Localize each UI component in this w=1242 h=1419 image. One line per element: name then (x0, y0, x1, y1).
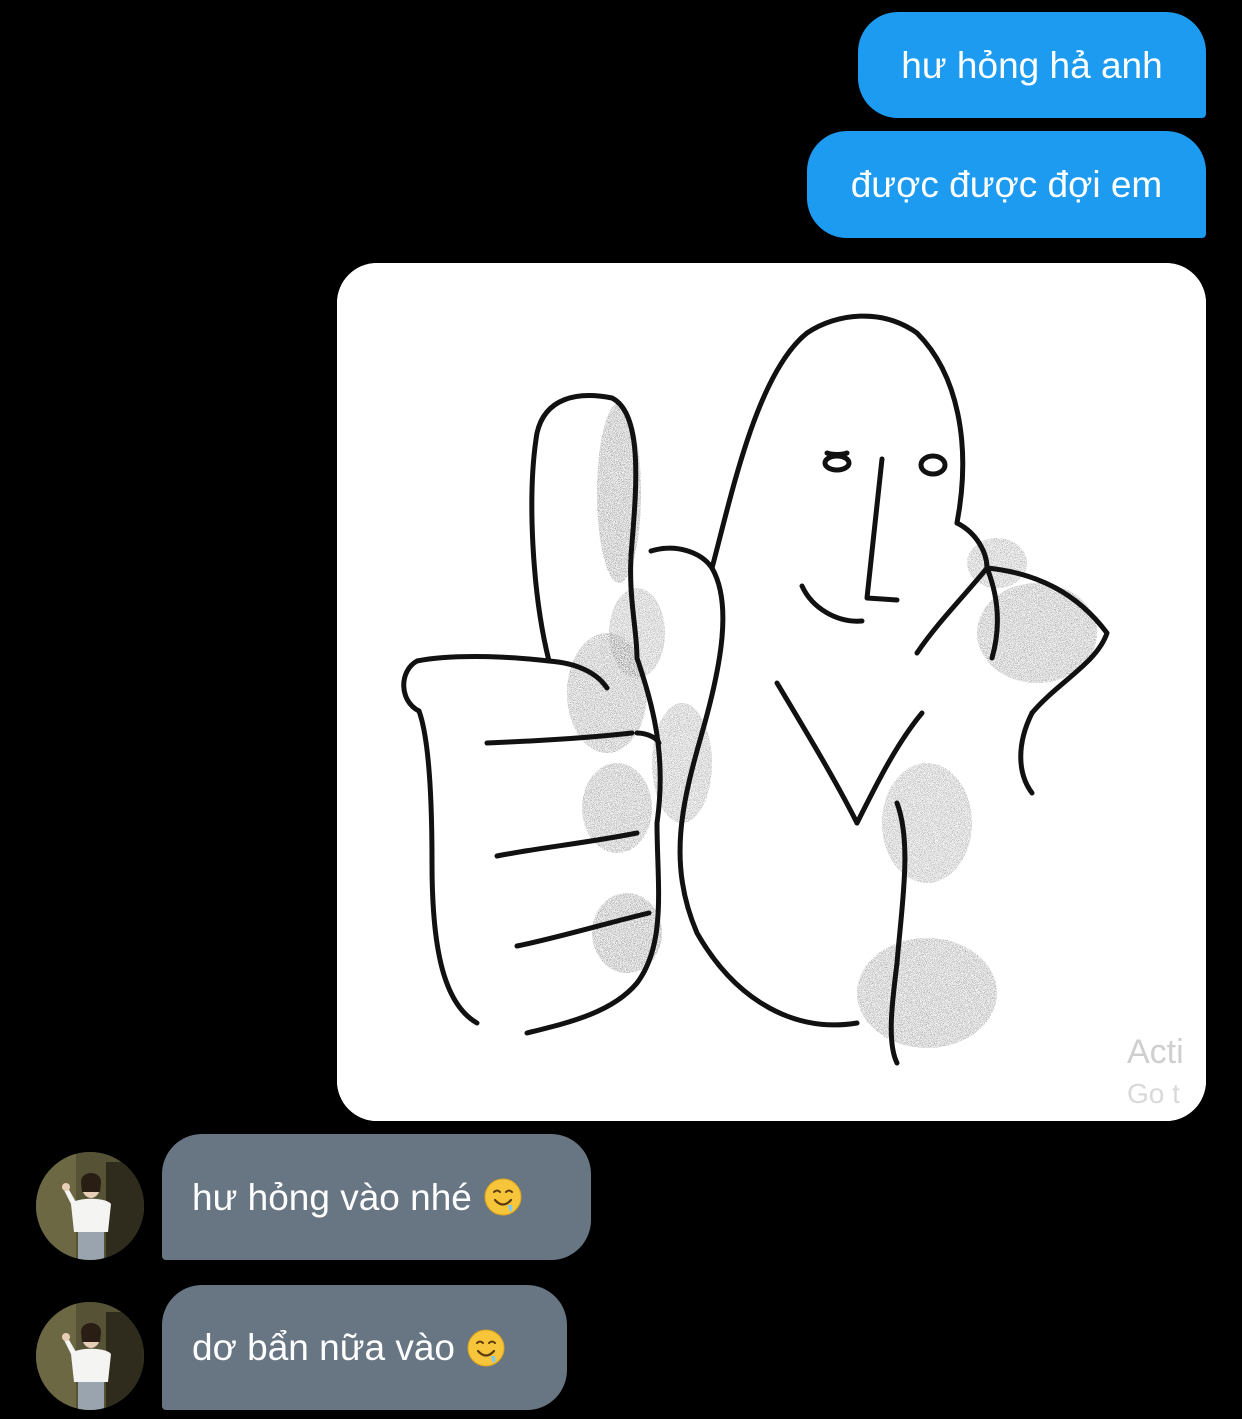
image-message[interactable]: Acti Go t (337, 263, 1206, 1121)
avatar-photo (36, 1152, 144, 1260)
avatar-photo (36, 1302, 144, 1410)
incoming-message[interactable]: dơ bẩn nữa vào (162, 1285, 567, 1410)
message-text: dơ bẩn nữa vào (192, 1327, 455, 1368)
thumbs-up-doodle-image: Acti Go t (337, 263, 1206, 1121)
drooling-face-icon (484, 1178, 522, 1216)
message-text: hư hỏng hả anh (901, 44, 1163, 86)
message-text: hư hỏng vào nhé (192, 1176, 472, 1218)
avatar[interactable] (36, 1302, 144, 1410)
message-text: được được đợi em (850, 164, 1163, 205)
watermark-line-1: Acti (1127, 1033, 1184, 1071)
drooling-face-icon (467, 1329, 505, 1367)
avatar[interactable] (36, 1152, 144, 1260)
incoming-message[interactable]: hư hỏng vào nhé (162, 1134, 591, 1260)
outgoing-message[interactable]: hư hỏng hả anh (858, 12, 1206, 118)
watermark-line-2: Go t (1127, 1078, 1180, 1109)
outgoing-message[interactable]: được được đợi em (807, 131, 1206, 238)
